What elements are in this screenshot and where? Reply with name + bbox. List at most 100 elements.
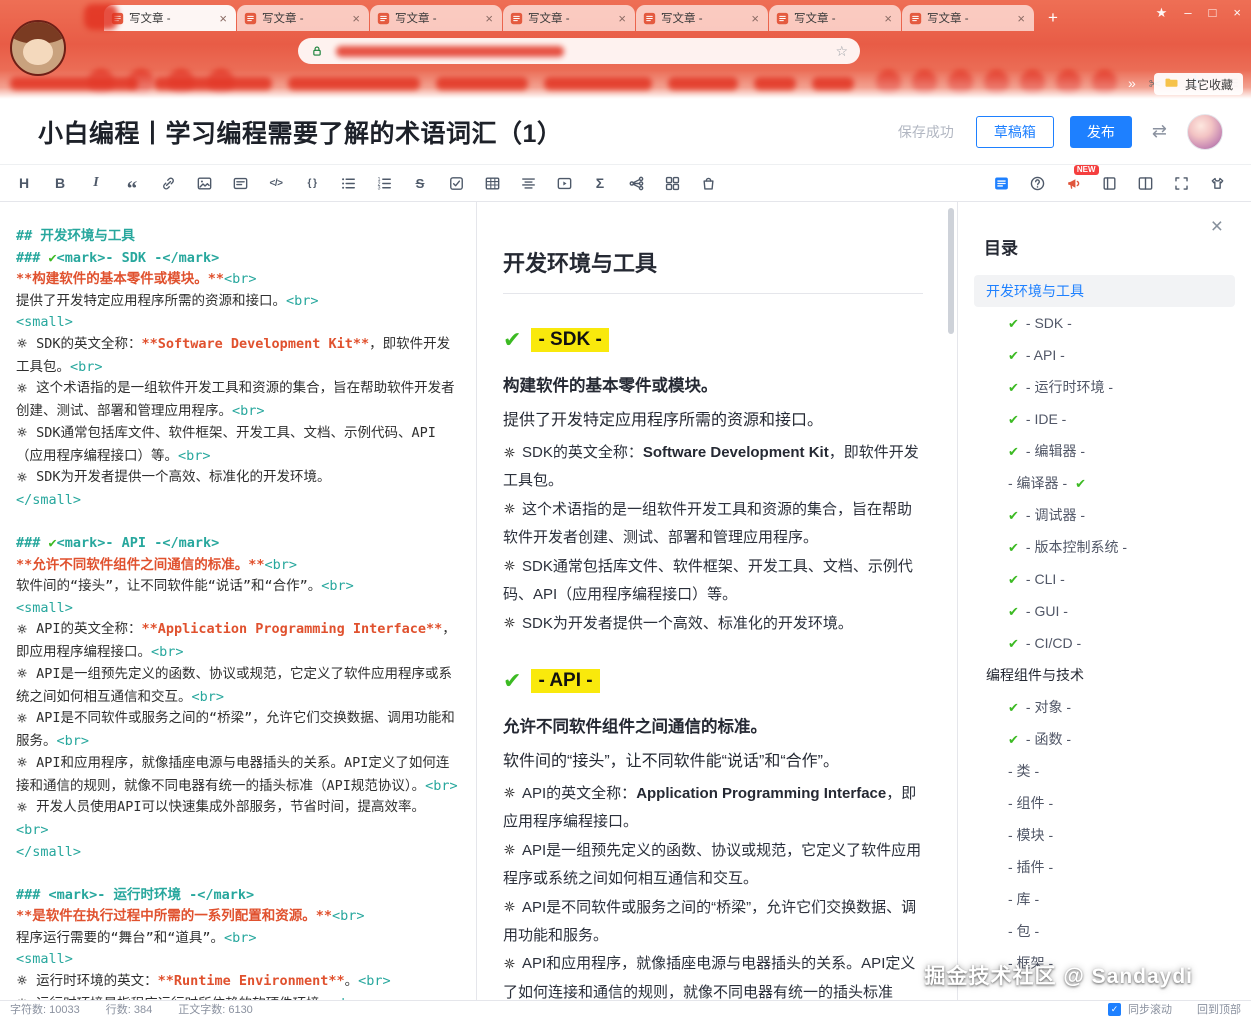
toc-item[interactable]: ✔- API - xyxy=(974,339,1235,371)
toolbar-mindmap-icon[interactable] xyxy=(624,171,649,196)
toolbar-fullscreen-icon[interactable] xyxy=(1169,171,1194,196)
toolbar-card-icon[interactable] xyxy=(228,171,253,196)
toolbar-goods-icon[interactable] xyxy=(696,171,721,196)
toc-item[interactable]: - 类 - xyxy=(974,755,1235,787)
browser-tab[interactable]: 写文章 -× xyxy=(503,5,635,31)
markdown-source[interactable]: ## 开发环境与工具### ✔<mark>- SDK -</mark>**构建软… xyxy=(0,202,477,1000)
minimize-button[interactable]: – xyxy=(1184,6,1191,19)
bookmark-star-icon[interactable]: ☆ xyxy=(835,43,848,60)
article-title-input[interactable]: 小白编程丨学习编程需要了解的术语词汇（1） xyxy=(38,114,898,150)
toc-item[interactable]: ✔- 调试器 - xyxy=(974,499,1235,531)
toolbar-list-ol-icon[interactable]: 123 xyxy=(372,171,397,196)
toolbar-whats-new-icon[interactable]: NEW xyxy=(1061,171,1086,196)
toolbar-code-icon[interactable]: </> xyxy=(264,171,289,196)
toc-item[interactable]: ✔- 对象 - xyxy=(974,691,1235,723)
toc-item[interactable]: ✔- 编辑器 - xyxy=(974,435,1235,467)
tab-close-icon[interactable]: × xyxy=(882,12,894,25)
draft-button[interactable]: 草稿箱 xyxy=(976,116,1054,148)
toc-item[interactable]: - 库 - xyxy=(974,883,1235,915)
bookmarks-overflow-icon[interactable]: » xyxy=(1128,75,1136,91)
profile-avatar[interactable] xyxy=(10,20,66,76)
redacted-bookmark[interactable] xyxy=(812,77,854,90)
browser-tab[interactable]: 写文章 -× xyxy=(902,5,1034,31)
preview-scrollbar[interactable] xyxy=(948,208,954,334)
toc-item-label: - 编译器 - xyxy=(1008,473,1067,493)
toc-item-label: - 包 - xyxy=(1008,921,1039,941)
redacted-bookmark[interactable] xyxy=(10,77,138,90)
browser-tab[interactable]: 写文章 -× xyxy=(104,5,236,31)
toc-item[interactable]: - 编译器 -✔ xyxy=(974,467,1235,499)
toolbar-link-icon[interactable] xyxy=(156,171,181,196)
toolbar-bold-icon[interactable]: B xyxy=(48,171,73,196)
toolbar-layout-single-icon[interactable] xyxy=(1097,171,1122,196)
toolbar-task-icon[interactable] xyxy=(444,171,469,196)
toolbar-grid-icon[interactable] xyxy=(660,171,685,196)
toolbar-theme-icon[interactable] xyxy=(1205,171,1230,196)
toc-item[interactable]: - 包 - xyxy=(974,915,1235,947)
toc-item[interactable]: - 组件 - xyxy=(974,787,1235,819)
publish-button[interactable]: 发布 xyxy=(1070,116,1132,148)
browser-tab[interactable]: 写文章 -× xyxy=(769,5,901,31)
close-button[interactable]: × xyxy=(1233,6,1241,19)
redacted-bookmark[interactable] xyxy=(668,77,738,90)
source-text: 运行时环境的英文： xyxy=(28,973,158,989)
toolbar-italic-icon[interactable]: I xyxy=(84,171,109,196)
toolbar-layout-split-icon[interactable] xyxy=(1133,171,1158,196)
redacted-bookmark[interactable] xyxy=(288,77,420,90)
toolbar-video-icon[interactable] xyxy=(552,171,577,196)
toc-item[interactable]: 编程组件与技术 xyxy=(974,659,1235,691)
toolbar-align-icon[interactable] xyxy=(516,171,541,196)
browser-tab[interactable]: 写文章 -× xyxy=(636,5,768,31)
toolbar-strike-icon[interactable]: S xyxy=(408,171,433,196)
check-icon: ✔ xyxy=(1008,541,1019,554)
other-bookmarks-button[interactable]: 其它收藏 xyxy=(1154,73,1243,95)
tab-close-icon[interactable]: × xyxy=(483,12,495,25)
source-text: API是一组预先定义的函数、协议或规范，它定义了软件应用程序或系统之间如何相互通… xyxy=(16,666,452,705)
toolbar-image-icon[interactable] xyxy=(192,171,217,196)
toc-close-icon[interactable]: × xyxy=(1211,216,1223,237)
tab-close-icon[interactable]: × xyxy=(749,12,761,25)
toc-item[interactable]: ✔- CLI - xyxy=(974,563,1235,595)
source-line: <br> xyxy=(16,820,460,842)
redacted-bookmark[interactable] xyxy=(754,77,796,90)
source-text: <br> xyxy=(16,822,49,838)
address-bar[interactable]: ☆ xyxy=(298,38,860,64)
maximize-button[interactable]: □ xyxy=(1209,6,1217,19)
redacted-bookmark[interactable] xyxy=(544,77,652,90)
browser-tab[interactable]: 写文章 -× xyxy=(370,5,502,31)
source-text: <small> xyxy=(16,951,73,967)
favorites-star-icon[interactable]: ★ xyxy=(1156,6,1168,19)
toc-item[interactable]: ✔- IDE - xyxy=(974,403,1235,435)
tab-close-icon[interactable]: × xyxy=(350,12,362,25)
toc-item[interactable]: 开发环境与工具 xyxy=(974,275,1235,307)
toolbar-heading-icon[interactable]: H xyxy=(12,171,37,196)
tab-close-icon[interactable]: × xyxy=(217,12,229,25)
tab-close-icon[interactable]: × xyxy=(1015,12,1027,25)
back-to-top-button[interactable]: 回到顶部 xyxy=(1197,1001,1241,1017)
sync-arrows-icon[interactable]: ⇄ xyxy=(1152,121,1167,142)
toc-item[interactable]: ✔- 函数 - xyxy=(974,723,1235,755)
new-tab-button[interactable]: + xyxy=(1041,7,1065,31)
toolbar-table-icon[interactable] xyxy=(480,171,505,196)
toolbar-braces-icon[interactable]: { } xyxy=(300,171,325,196)
sync-scroll-label[interactable]: 同步滚动 xyxy=(1128,1001,1172,1017)
toc-item[interactable]: - 模块 - xyxy=(974,819,1235,851)
toc-item[interactable]: ✔- GUI - xyxy=(974,595,1235,627)
toolbar-help-icon[interactable] xyxy=(1025,171,1050,196)
toc-item[interactable]: ✔- CI/CD - xyxy=(974,627,1235,659)
toolbar-formula-icon[interactable]: Σ xyxy=(588,171,613,196)
toolbar-quote-icon[interactable]: “ xyxy=(120,171,145,196)
toc-item[interactable]: ✔- SDK - xyxy=(974,307,1235,339)
browser-tab[interactable]: 写文章 -× xyxy=(237,5,369,31)
toolbar-list-ul-icon[interactable] xyxy=(336,171,361,196)
sync-scroll-checkbox[interactable]: ✓ xyxy=(1108,1003,1121,1016)
user-avatar[interactable] xyxy=(1187,114,1223,150)
toc-item[interactable]: ✔- 版本控制系统 - xyxy=(974,531,1235,563)
toolbar-outline-icon[interactable] xyxy=(989,171,1014,196)
toc-item[interactable]: ✔- 运行时环境 - xyxy=(974,371,1235,403)
redacted-bookmark[interactable] xyxy=(154,77,272,90)
redacted-bookmark[interactable] xyxy=(436,77,528,90)
tab-close-icon[interactable]: × xyxy=(616,12,628,25)
toc-item[interactable]: - 插件 - xyxy=(974,851,1235,883)
source-text: <mark>- SDK -</mark> xyxy=(57,250,220,266)
